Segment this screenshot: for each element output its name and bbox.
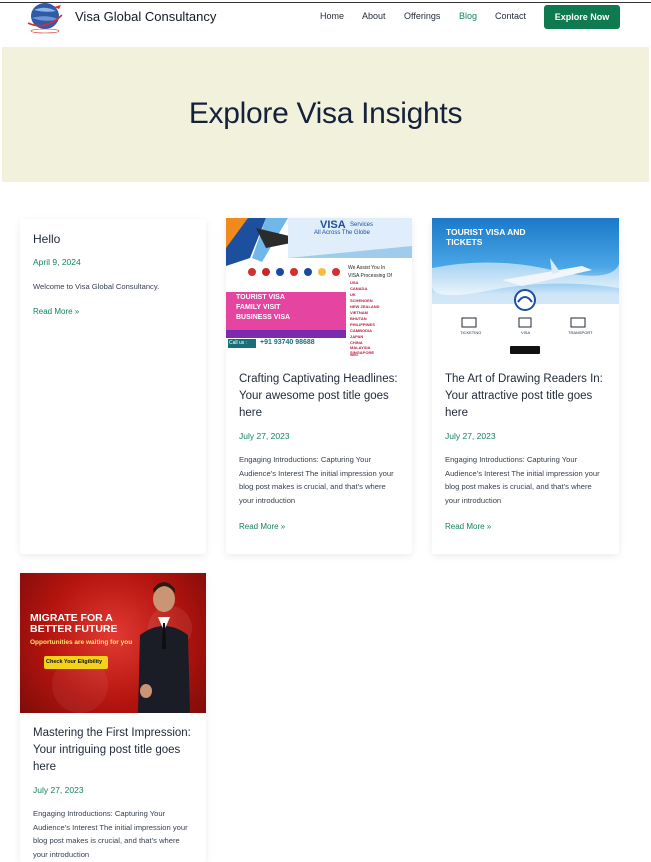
post-date: July 27, 2023 <box>239 431 290 441</box>
post-card-headlines[interactable]: VISA Services All Across The Globe We As… <box>226 218 412 554</box>
image-headline: MIGRATE FOR A BETTER FUTURE <box>30 612 118 635</box>
post-excerpt: Welcome to Visa Global Consultancy. <box>33 282 160 291</box>
post-card-drawing-readers[interactable]: TOURIST VISA AND TICKETS TICKETING VISA … <box>432 218 619 554</box>
post-thumbnail[interactable]: MIGRATE FOR A BETTER FUTURE Opportunitie… <box>20 573 206 713</box>
image-label-visa: VISA <box>521 330 531 335</box>
post-title[interactable]: Mastering the First Impression: Your int… <box>33 725 196 776</box>
nav-offerings[interactable]: Offerings <box>404 11 440 21</box>
image-badge-family: FAMILY VISIT <box>236 304 281 311</box>
image-label-ticketing: TICKETING <box>460 330 482 335</box>
image-call-label: Call us : <box>229 340 248 346</box>
image-country-3: SCHENGEN <box>350 298 373 303</box>
image-sub: Opportunities are waiting for you <box>30 639 133 646</box>
post-date: July 27, 2023 <box>445 431 496 441</box>
read-more-link[interactable]: Read More » <box>239 522 285 531</box>
image-country-9: JAPAN <box>350 334 364 339</box>
image-country-8: CAMBODIA <box>350 328 372 333</box>
image-country-13: INDIA <box>350 353 359 357</box>
post-date: April 9, 2024 <box>33 257 81 267</box>
explore-now-button[interactable]: Explore Now <box>544 5 620 29</box>
post-title[interactable]: The Art of Drawing Readers In: Your attr… <box>445 371 609 422</box>
logo-globe-icon[interactable] <box>26 1 64 35</box>
read-more-link[interactable]: Read More » <box>33 307 79 316</box>
post-date: July 27, 2023 <box>33 785 84 795</box>
read-more-link[interactable]: Read More » <box>445 522 491 531</box>
nav-home[interactable]: Home <box>320 11 344 21</box>
image-label-transport: TRANSPORT <box>568 330 593 335</box>
image-country-6: BHUTAN <box>350 316 367 321</box>
post-excerpt: Engaging Introductions: Capturing Your A… <box>445 455 600 505</box>
image-country-1: CANADA <box>350 286 368 291</box>
image-button: Check Your Eligibility <box>46 659 103 665</box>
brand-name[interactable]: Visa Global Consultancy <box>75 9 216 24</box>
post-title[interactable]: Crafting Captivating Headlines: Your awe… <box>239 371 402 422</box>
image-badge-business: BUSINESS VISA <box>236 314 291 321</box>
image-phone: +91 93740 98688 <box>260 339 315 346</box>
image-heading: TOURIST VISA AND <box>446 227 526 237</box>
site-header: Visa Global Consultancy Home About Offer… <box>0 0 651 46</box>
nav-contact[interactable]: Contact <box>495 11 526 21</box>
image-country-0: USA <box>350 280 359 285</box>
post-card-first-impression[interactable]: MIGRATE FOR A BETTER FUTURE Opportunitie… <box>20 573 206 862</box>
page-title: Explore Visa Insights <box>188 97 463 130</box>
image-subheading: All Across The Globe <box>314 230 370 236</box>
image-heading2: TICKETS <box>446 237 483 247</box>
image-country-7: PHILIPPINES <box>350 322 375 327</box>
post-thumbnail[interactable]: TOURIST VISA AND TICKETS TICKETING VISA … <box>432 218 619 357</box>
image-assist2: VISA Processing Of <box>348 273 392 279</box>
post-excerpt: Engaging Introductions: Capturing Your A… <box>33 809 188 859</box>
post-excerpt: Engaging Introductions: Capturing Your A… <box>239 455 394 505</box>
image-country-4: NEW ZEALAND <box>350 304 380 309</box>
image-country-5: VIETNAM <box>350 310 368 315</box>
nav-about[interactable]: About <box>362 11 386 21</box>
image-heading-suffix: Services <box>350 222 374 228</box>
image-assist: We Assist You In <box>348 265 386 271</box>
image-badge-tourist: TOURIST VISA <box>236 294 285 301</box>
hero-banner: Explore Visa Insights <box>2 47 649 182</box>
post-card-hello[interactable]: Hello April 9, 2024 Welcome to Visa Glob… <box>20 219 206 554</box>
image-country-2: UK <box>350 292 356 297</box>
post-thumbnail[interactable]: VISA Services All Across The Globe We As… <box>226 218 412 357</box>
post-title[interactable]: Hello <box>33 231 196 248</box>
nav-blog[interactable]: Blog <box>459 11 477 21</box>
